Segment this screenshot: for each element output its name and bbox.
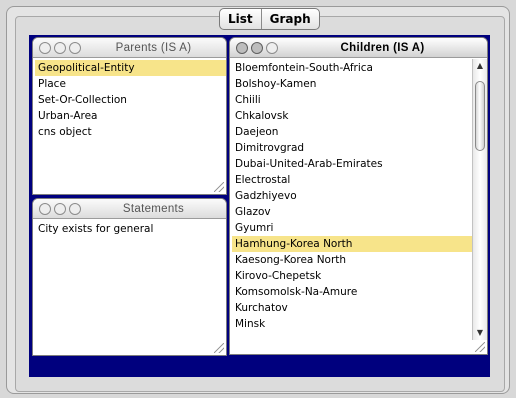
tab-graph[interactable]: Graph [260, 9, 319, 29]
parent-list-item[interactable]: Geopolitical-Entity [35, 60, 226, 76]
children-panel-title: Children (IS A) [340, 41, 425, 54]
child-list-item[interactable]: Gyumri [232, 220, 487, 236]
child-list-item[interactable]: Dimitrovgrad [232, 140, 487, 156]
close-icon[interactable] [39, 41, 51, 54]
parent-list-item[interactable]: Set-Or-Collection [35, 92, 226, 108]
child-list-item[interactable]: Gadzhiyevo [232, 188, 487, 204]
child-list-item[interactable]: Dubai-United-Arab-Emirates [232, 156, 487, 172]
statements-panel-title: Statements [122, 202, 185, 215]
resize-grip-icon[interactable] [214, 343, 224, 353]
child-list-item[interactable]: Bloemfontein-South-Africa [232, 60, 487, 76]
child-list-item[interactable]: Kirovo-Chepetsk [232, 268, 487, 284]
child-list-item[interactable]: Hamhung-Korea North [232, 236, 487, 252]
statement-list-item[interactable]: City exists for general [35, 221, 226, 237]
children-panel-header[interactable]: Children (IS A) [230, 38, 487, 58]
zoom-icon[interactable] [69, 41, 81, 54]
resize-grip-icon[interactable] [214, 182, 224, 192]
minimize-icon[interactable] [54, 202, 66, 215]
parent-list-item[interactable]: Urban-Area [35, 108, 226, 124]
child-list-item[interactable]: Daejeon [232, 124, 487, 140]
parents-panel-title: Parents (IS A) [115, 41, 192, 54]
child-list-item[interactable]: Kurchatov [232, 300, 487, 316]
statements-panel: Statements City exists for general [32, 198, 227, 356]
statements-list: City exists for general [33, 219, 226, 237]
vertical-scrollbar[interactable]: ▲ ▼ [472, 59, 487, 340]
scroll-thumb[interactable] [475, 81, 485, 151]
zoom-icon[interactable] [69, 202, 81, 215]
parent-list-item[interactable]: Place [35, 76, 226, 92]
statements-panel-header[interactable]: Statements [33, 199, 226, 219]
parent-list-item[interactable]: cns object [35, 124, 226, 140]
child-list-item[interactable]: Chiili [232, 92, 487, 108]
view-tabs: List Graph [219, 8, 320, 30]
scroll-down-icon[interactable]: ▼ [475, 328, 485, 338]
child-list-item[interactable]: Electrostal [232, 172, 487, 188]
zoom-icon[interactable] [266, 41, 278, 54]
child-list-item[interactable]: Glazov [232, 204, 487, 220]
window-controls [236, 41, 278, 54]
children-list: Bloemfontein-South-Africa Bolshoy-Kamen Ch… [230, 58, 487, 332]
window: List Graph Parents (IS A) Geopolitical-E… [0, 0, 516, 398]
close-icon[interactable] [236, 41, 248, 54]
child-list-item[interactable]: Bolshoy-Kamen [232, 76, 487, 92]
parents-list: Geopolitical-Entity Place Set-Or-Collectio… [33, 58, 226, 140]
child-list-item[interactable]: Komsomolsk-Na-Amure [232, 284, 487, 300]
window-controls [39, 41, 81, 54]
minimize-icon[interactable] [251, 41, 263, 54]
scroll-up-icon[interactable]: ▲ [475, 61, 485, 71]
children-panel: Children (IS A) Bloemfontein-South-Afric… [229, 37, 488, 355]
child-list-item[interactable]: Minsk [232, 316, 487, 332]
child-list-item[interactable]: Kaesong-Korea North [232, 252, 487, 268]
resize-grip-icon[interactable] [475, 342, 485, 352]
close-icon[interactable] [39, 202, 51, 215]
window-controls [39, 202, 81, 215]
parents-panel-header[interactable]: Parents (IS A) [33, 38, 226, 58]
child-list-item[interactable]: Chkalovsk [232, 108, 487, 124]
tab-list[interactable]: List [220, 9, 261, 29]
minimize-icon[interactable] [54, 41, 66, 54]
parents-panel: Parents (IS A) Geopolitical-Entity Place S… [32, 37, 227, 195]
